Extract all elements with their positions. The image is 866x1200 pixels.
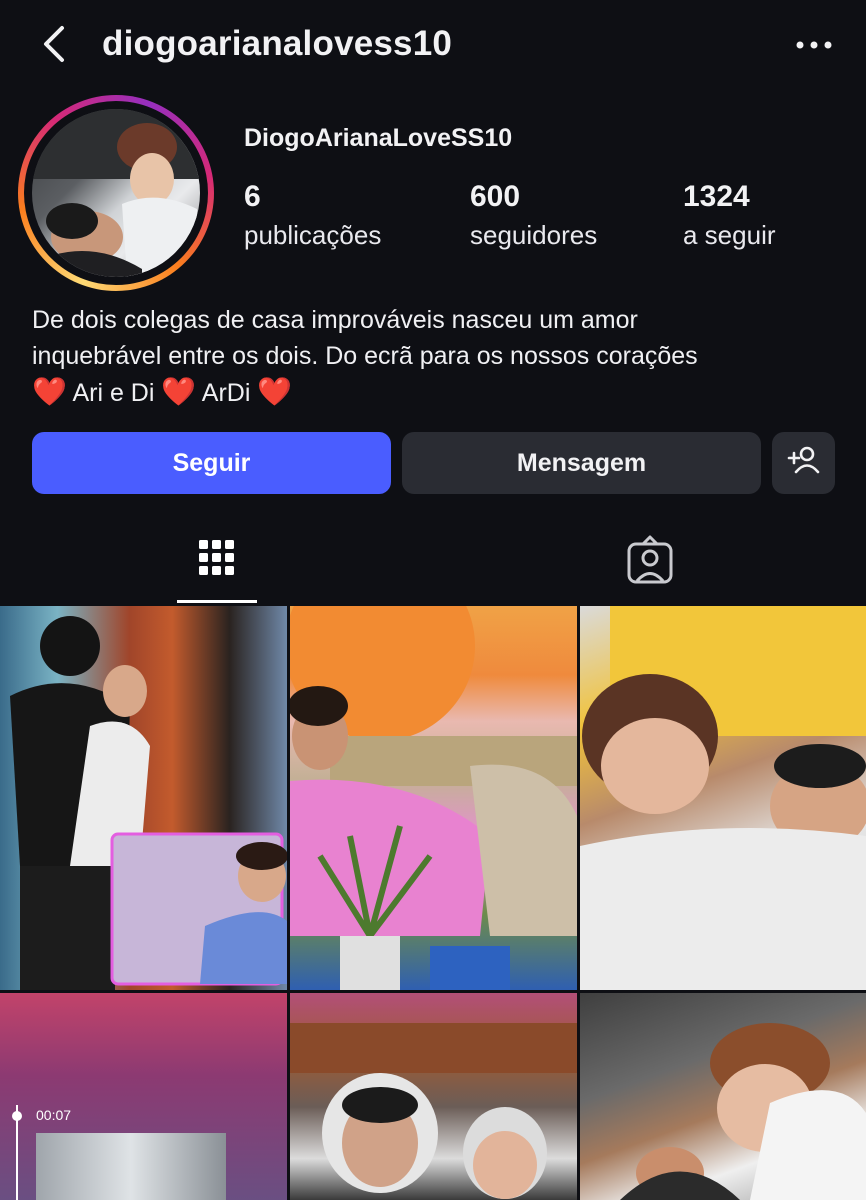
tagged-person-icon [610, 535, 690, 604]
video-scrubber-handle [12, 1111, 22, 1121]
tab-tagged[interactable] [610, 520, 690, 606]
bio-line: De dois colegas de casa improváveis nasc… [32, 306, 638, 334]
bio-line: ❤️ Ari e Di ❤️ ArDi ❤️ [32, 374, 832, 411]
posts-grid: 00:07 [0, 606, 866, 1200]
stat-label: publicações [244, 220, 382, 250]
bio-line: inquebrável entre os dois. Do ecrã para … [32, 342, 698, 370]
avatar-border [24, 101, 208, 285]
more-horizontal-icon[interactable] [792, 30, 836, 60]
avatar-photo [32, 109, 200, 277]
add-person-button[interactable] [772, 432, 835, 494]
heart-emoji: ❤️ [257, 376, 293, 407]
followers-count[interactable]: 600 seguidores [470, 180, 597, 251]
stat-value: 600 [470, 180, 521, 213]
bio-text: ArDi [196, 379, 258, 407]
display-name: DiogoArianaLoveSS10 [244, 124, 513, 152]
post-thumbnail[interactable] [580, 993, 866, 1200]
bio-text: Ari e Di [66, 379, 162, 407]
following-count[interactable]: 1324 a seguir [683, 180, 776, 251]
follow-button[interactable]: Seguir [32, 432, 391, 494]
video-post-thumbnail[interactable]: 00:07 [0, 993, 287, 1200]
stat-value: 1324 [683, 180, 750, 213]
heart-emoji: ❤️ [32, 376, 67, 407]
post-thumbnail[interactable] [290, 606, 577, 990]
profile-bio: De dois colegas de casa improváveis nasc… [32, 302, 832, 411]
post-thumbnail[interactable] [0, 606, 287, 990]
stat-label: seguidores [470, 220, 598, 250]
post-thumbnail[interactable] [580, 606, 866, 990]
message-button[interactable]: Mensagem [402, 432, 761, 494]
post-thumbnail[interactable] [290, 993, 577, 1200]
profile-username: diogoarianalovess10 [102, 24, 453, 63]
heart-emoji: ❤️ [161, 376, 197, 407]
chevron-left-icon[interactable] [34, 22, 78, 66]
posts-count[interactable]: 6 publicações [244, 180, 381, 251]
active-tab-indicator [177, 600, 257, 603]
stat-label: a seguir [683, 220, 776, 250]
add-person-icon [787, 445, 821, 482]
avatar[interactable] [18, 95, 214, 291]
tab-posts-grid[interactable] [177, 520, 257, 606]
video-preview-frame [36, 1133, 226, 1200]
stat-value: 6 [244, 180, 261, 213]
video-timestamp: 00:07 [36, 1107, 72, 1123]
top-bar: diogoarianalovess10 [0, 0, 866, 90]
